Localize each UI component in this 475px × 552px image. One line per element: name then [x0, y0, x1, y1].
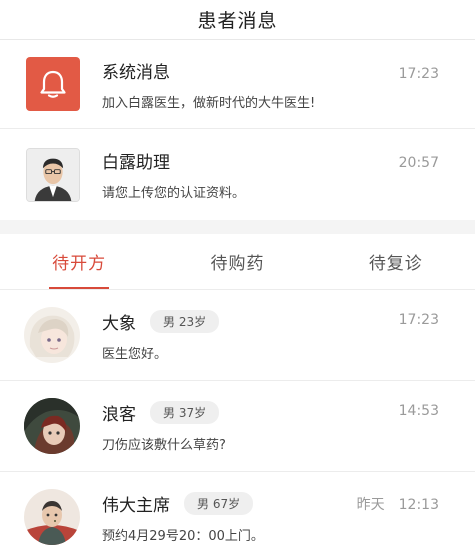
section-divider — [0, 220, 475, 234]
patient-message: 预约4月29号20：00上门。 — [102, 528, 264, 544]
system-message-row[interactable]: 系统消息 加入白露医生，做新时代的大牛医生! 17:23 — [0, 40, 475, 128]
patient-row[interactable]: 伟大主席 男 67岁 预约4月29号20：00上门。 昨天 12:13 — [0, 472, 475, 552]
patient-avatar — [24, 307, 80, 363]
page-title: 患者消息 — [197, 10, 278, 32]
patient-info-badge: 男 23岁 — [150, 309, 220, 333]
assistant-message-row[interactable]: 白露助理 请您上传您的认证资料。 20:57 — [0, 128, 475, 220]
patient-time-value: 17:23 — [398, 312, 439, 328]
patient-time-value: 12:13 — [398, 497, 439, 513]
page-header: 患者消息 — [0, 0, 475, 40]
system-message-time: 17:23 — [398, 66, 439, 82]
patient-avatar — [24, 489, 80, 545]
tab-pending-revisit[interactable]: 待复诊 — [317, 234, 475, 289]
patient-info-badge: 男 37岁 — [150, 400, 220, 424]
patient-name: 大象 — [102, 313, 136, 334]
tab-pending-prescription[interactable]: 待开方 — [0, 234, 158, 289]
patient-list: 大象 男 23岁 医生您好。 17:23 浪客 男 37岁 刀伤应该敷什么草药?… — [0, 290, 475, 552]
patient-info-badge: 男 67岁 — [184, 491, 254, 515]
assistant-message-time: 20:57 — [398, 155, 439, 171]
patient-row[interactable]: 浪客 男 37岁 刀伤应该敷什么草药? 14:53 — [0, 381, 475, 472]
assistant-message-preview: 请您上传您的认证资料。 — [102, 186, 246, 201]
patient-time: 17:23 — [399, 312, 439, 328]
patient-avatar — [24, 398, 80, 454]
patient-name: 浪客 — [102, 404, 136, 425]
assistant-avatar — [26, 147, 80, 202]
patient-time-value: 14:53 — [398, 403, 439, 419]
patient-tabs: 待开方 待购药 待复诊 — [0, 234, 475, 290]
patient-message: 医生您好。 — [102, 346, 168, 362]
system-message-preview: 加入白露医生，做新时代的大牛医生! — [102, 95, 316, 111]
patient-row[interactable]: 大象 男 23岁 医生您好。 17:23 — [0, 290, 475, 381]
patient-message: 刀伤应该敷什么草药? — [102, 437, 226, 453]
patient-time: 14:53 — [399, 403, 439, 419]
system-message-name: 系统消息 — [102, 62, 170, 83]
patient-time: 昨天 12:13 — [357, 494, 439, 514]
patient-time-day: 昨天 — [356, 497, 385, 513]
assistant-message-name: 白露助理 — [102, 153, 170, 173]
patient-name: 伟大主席 — [102, 495, 170, 516]
tab-pending-purchase[interactable]: 待购药 — [158, 234, 316, 289]
bell-icon — [26, 57, 80, 111]
